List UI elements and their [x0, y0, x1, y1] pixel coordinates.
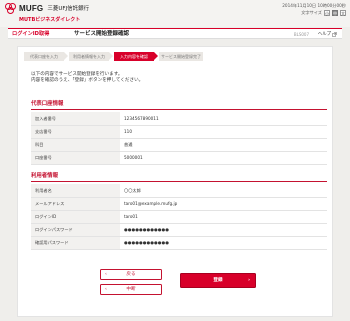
- text-size-switcher: 文字サイズ 小 中 大: [301, 10, 346, 16]
- table-row: 加入者番号 1234567890011: [31, 112, 327, 126]
- step-complete: サービス開始登録完了: [159, 52, 203, 61]
- field-label: ログインパスワード: [31, 223, 120, 237]
- user-section-title: 利用者情報: [31, 173, 58, 179]
- mufg-logo-icon: [5, 3, 17, 15]
- table-row: 科目 普通: [31, 138, 327, 152]
- text-size-small-button[interactable]: 小: [324, 10, 330, 16]
- step-account: 代表口座を入力: [24, 52, 68, 61]
- field-label: メールアドレス: [31, 197, 120, 211]
- field-label: ログインID: [31, 210, 120, 224]
- account-section-title: 代表口座情報: [31, 101, 64, 107]
- chevron-left-icon: ‹: [105, 271, 107, 277]
- field-label: 口座番号: [31, 151, 120, 165]
- intro-text: 以下の内容でサービス開始登録を行います。 内容を確認のうえ、「登録」ボタンを押し…: [31, 72, 143, 84]
- text-size-medium-button[interactable]: 中: [332, 10, 338, 16]
- bank-name: 三菱UFJ信託銀行: [47, 5, 90, 12]
- screen-code: BLS007: [293, 32, 309, 37]
- masked-password-value: ●●●●●●●●●●●●: [120, 223, 327, 237]
- step-user-info: 利用者情報を入力: [69, 52, 113, 61]
- field-value: taro01: [120, 210, 327, 224]
- cancel-button-label: 中断: [126, 286, 136, 292]
- back-button-label: 戻る: [126, 271, 136, 277]
- bank-logo: MUFG 三菱UFJ信託銀行: [5, 3, 89, 15]
- field-label: 確認用パスワード: [31, 236, 120, 250]
- account-info-table: 加入者番号 1234567890011 支店番号 110 科目 普通 口座番号 …: [31, 112, 327, 165]
- field-value: 5000001: [120, 151, 327, 165]
- masked-password-value: ●●●●●●●●●●●●: [120, 236, 327, 250]
- service-name: MUTBビジネスダイレクト: [19, 17, 81, 23]
- field-value: 〇〇太郎: [120, 184, 327, 198]
- account-section-rule: [31, 109, 327, 110]
- user-info-table: 利用者名 〇〇太郎 メールアドレス taro01@example.mufg.jp…: [31, 184, 327, 250]
- page-nav-bar: ログインID取得 サービス開始登録確認 BLS007 ヘルプ: [8, 28, 342, 39]
- table-row: 利用者名 〇〇太郎: [31, 184, 327, 198]
- back-button[interactable]: ‹ 戻る: [100, 269, 162, 280]
- intro-line-2: 内容を確認のうえ、「登録」ボタンを押してください。: [31, 78, 144, 84]
- help-link[interactable]: ヘルプ: [318, 32, 337, 38]
- main-panel: 代表口座を入力 利用者情報を入力 入力内容を確認 サービス開始登録完了 以下の内…: [17, 46, 333, 317]
- field-label: 支店番号: [31, 125, 120, 139]
- register-button-label: 登録: [213, 277, 223, 283]
- field-value: 1234567890011: [120, 112, 327, 126]
- chevron-left-icon: ‹: [105, 286, 107, 292]
- chevron-right-icon: ›: [248, 277, 250, 283]
- field-label: 科目: [31, 138, 120, 152]
- progress-steps: 代表口座を入力 利用者情報を入力 入力内容を確認 サービス開始登録完了: [24, 52, 208, 61]
- field-label: 利用者名: [31, 184, 120, 198]
- register-button[interactable]: 登録 ›: [180, 273, 256, 288]
- external-link-icon: [332, 32, 337, 37]
- user-section-rule: [31, 181, 327, 182]
- page-title: サービス開始登録確認: [74, 31, 130, 37]
- logo-text: MUFG: [19, 4, 44, 13]
- top-header: MUFG 三菱UFJ信託銀行 MUTBビジネスダイレクト 2014年11月10日…: [0, 0, 350, 27]
- step-confirm: 入力内容を確認: [114, 52, 158, 61]
- current-datetime: 2014年11月10日 10時00分00秒: [282, 3, 346, 8]
- cancel-button[interactable]: ‹ 中断: [100, 284, 162, 295]
- table-row: ログインパスワード ●●●●●●●●●●●●: [31, 223, 327, 237]
- table-row: メールアドレス taro01@example.mufg.jp: [31, 197, 327, 211]
- help-label: ヘルプ: [317, 31, 331, 37]
- field-value: taro01@example.mufg.jp: [120, 197, 327, 211]
- table-row: 口座番号 5000001: [31, 151, 327, 165]
- field-value: 110: [120, 125, 327, 139]
- table-row: 確認用パスワード ●●●●●●●●●●●●: [31, 236, 327, 250]
- table-row: ログインID taro01: [31, 210, 327, 224]
- field-value: 普通: [120, 138, 327, 152]
- text-size-label: 文字サイズ: [301, 10, 322, 16]
- field-label: 加入者番号: [31, 112, 120, 126]
- login-id-menu[interactable]: ログインID取得: [12, 31, 49, 38]
- text-size-large-button[interactable]: 大: [340, 10, 346, 16]
- table-row: 支店番号 110: [31, 125, 327, 139]
